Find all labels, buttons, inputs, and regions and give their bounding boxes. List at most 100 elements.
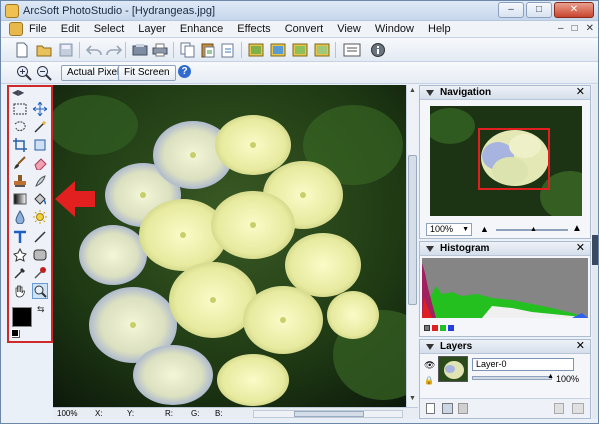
redo-icon[interactable] — [105, 41, 123, 59]
zoom-in-small-icon[interactable]: ▲ — [572, 223, 582, 234]
dock-grip[interactable] — [592, 235, 598, 265]
menu-file[interactable]: File — [29, 23, 47, 35]
merge-layer-icon[interactable] — [554, 403, 564, 414]
menu-enhance[interactable]: Enhance — [180, 23, 223, 35]
layer-thumbnail[interactable] — [438, 356, 468, 382]
opacity-slider[interactable]: ▲ — [472, 373, 554, 380]
default-colors-icon[interactable] — [11, 329, 19, 337]
duplicate-layer-icon[interactable] — [442, 403, 453, 414]
photo-share-icon[interactable] — [291, 41, 309, 59]
opacity-slider-thumb[interactable]: ▲ — [547, 373, 554, 380]
fit-screen-button[interactable]: Fit Screen — [118, 65, 176, 81]
close-button[interactable]: ✕ — [554, 2, 594, 18]
new-layer-icon[interactable] — [426, 403, 435, 414]
copy-icon[interactable] — [179, 41, 197, 59]
gradient-icon[interactable] — [12, 191, 28, 207]
toolbox-collapse-icon[interactable]: ◀▶ — [12, 88, 24, 97]
eyedropper-icon[interactable] — [12, 265, 28, 281]
menu-convert[interactable]: Convert — [285, 23, 324, 35]
move-icon[interactable] — [32, 101, 48, 117]
close-panel-icon[interactable]: ✕ — [576, 340, 585, 353]
acquire-icon[interactable] — [131, 41, 149, 59]
eraser-icon[interactable] — [32, 155, 48, 171]
red-eye-icon[interactable] — [32, 265, 48, 281]
collapse-triangle-icon[interactable] — [426, 246, 434, 252]
layer-name-field[interactable]: Layer-0 — [472, 358, 574, 371]
zoom-tool-icon[interactable] — [32, 283, 48, 299]
photo-compare-icon[interactable] — [269, 41, 287, 59]
menu-effects[interactable]: Effects — [237, 23, 270, 35]
rect-select-icon[interactable] — [12, 101, 28, 117]
maximize-button[interactable]: □ — [526, 2, 552, 18]
paste-as-new-icon[interactable] — [219, 41, 237, 59]
scroll-down-icon[interactable]: ▼ — [409, 395, 416, 402]
image-canvas[interactable] — [53, 85, 406, 407]
brush-icon[interactable] — [12, 155, 28, 171]
channel-green[interactable] — [440, 325, 446, 331]
paste-icon[interactable] — [199, 41, 217, 59]
doc-close-button[interactable]: ✕ — [586, 23, 594, 34]
zoom-in-icon[interactable] — [15, 64, 33, 82]
layer-options-icon[interactable] — [572, 403, 584, 414]
horizontal-scrollbar[interactable] — [253, 410, 403, 418]
print-icon[interactable] — [151, 41, 169, 59]
crop-icon[interactable] — [12, 137, 28, 153]
paint-bucket-icon[interactable] — [32, 191, 48, 207]
open-folder-icon[interactable] — [35, 41, 53, 59]
zoom-slider[interactable]: ▲ — [496, 226, 568, 233]
dodge-icon[interactable] — [32, 209, 48, 225]
menu-view[interactable]: View — [337, 23, 361, 35]
scroll-up-icon[interactable]: ▲ — [409, 87, 416, 94]
horizontal-scroll-thumb[interactable] — [294, 411, 364, 417]
viewport-rectangle[interactable] — [478, 128, 550, 190]
minimize-button[interactable]: – — [498, 2, 524, 18]
menu-layer[interactable]: Layer — [138, 23, 166, 35]
save-icon[interactable] — [57, 41, 75, 59]
lasso-icon[interactable] — [12, 119, 28, 135]
vertical-scroll-thumb[interactable] — [408, 155, 417, 305]
menu-edit[interactable]: Edit — [61, 23, 80, 35]
shape-icon[interactable] — [12, 247, 28, 263]
photo-email-icon[interactable] — [313, 41, 331, 59]
vertical-scrollbar[interactable]: ▲ ▼ — [406, 85, 418, 407]
rounded-rect-icon[interactable] — [32, 247, 48, 263]
new-file-icon[interactable] — [13, 41, 31, 59]
delete-layer-icon[interactable] — [458, 403, 468, 414]
stamp-icon[interactable] — [12, 173, 28, 189]
collapse-triangle-icon[interactable] — [426, 90, 434, 96]
close-panel-icon[interactable]: ✕ — [576, 242, 585, 255]
document-icon[interactable] — [9, 22, 23, 36]
eye-icon[interactable]: 👁 — [424, 360, 435, 371]
menu-select[interactable]: Select — [94, 23, 125, 35]
channel-red[interactable] — [432, 325, 438, 331]
foreground-color-swatch[interactable] — [12, 307, 32, 327]
close-panel-icon[interactable]: ✕ — [576, 86, 585, 99]
menu-help[interactable]: Help — [428, 23, 451, 35]
hand-icon[interactable] — [12, 283, 28, 299]
lock-icon[interactable]: 🔒 — [424, 376, 434, 385]
navigation-thumbnail[interactable] — [430, 106, 582, 216]
zoom-dropdown[interactable]: 100% ▼ — [426, 223, 472, 236]
text-icon[interactable] — [12, 229, 28, 245]
zoom-slider-thumb[interactable]: ▲ — [530, 226, 537, 233]
title-bar: ArcSoft PhotoStudio - [Hydrangeas.jpg] –… — [1, 1, 598, 21]
line-icon[interactable] — [32, 229, 48, 245]
collapse-triangle-icon[interactable] — [426, 344, 434, 350]
photo-icon[interactable] — [247, 41, 265, 59]
blur-icon[interactable] — [12, 209, 28, 225]
smudge-icon[interactable] — [32, 173, 48, 189]
slideshow-icon[interactable] — [343, 41, 361, 59]
help-icon[interactable]: ? — [178, 65, 191, 78]
doc-minimize-button[interactable]: – — [558, 23, 564, 34]
zoom-out-icon[interactable] — [35, 64, 53, 82]
swap-colors-icon[interactable]: ⇆ — [37, 304, 45, 315]
undo-icon[interactable] — [85, 41, 103, 59]
menu-window[interactable]: Window — [375, 23, 414, 35]
magic-wand-icon[interactable] — [32, 119, 48, 135]
zoom-out-small-icon[interactable]: ▲ — [480, 224, 489, 234]
transform-icon[interactable] — [32, 137, 48, 153]
channel-all[interactable] — [424, 325, 430, 331]
doc-restore-button[interactable]: □ — [572, 23, 578, 34]
channel-blue[interactable] — [448, 325, 454, 331]
info-icon[interactable] — [369, 41, 387, 59]
